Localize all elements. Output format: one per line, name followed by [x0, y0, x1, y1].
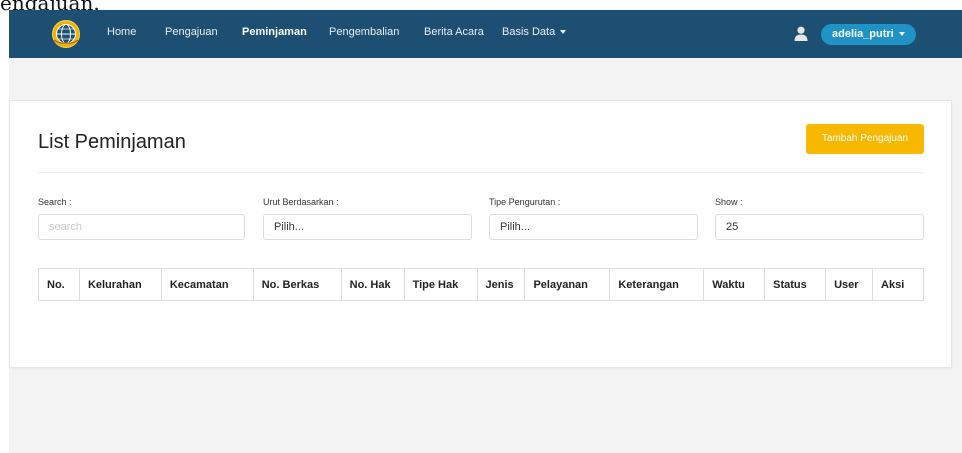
show-label: Show : [715, 197, 743, 207]
order-select[interactable]: Pilih... [489, 214, 698, 240]
col-header: Kecamatan [160, 268, 254, 301]
chevron-down-icon [560, 30, 567, 35]
col-header: Aksi [872, 268, 924, 301]
globe-logo-icon[interactable] [51, 19, 81, 49]
table-header-row: No. Kelurahan Kecamatan No. Berkas No. H… [38, 268, 924, 301]
col-header: No. Berkas [252, 268, 342, 301]
chevron-down-icon [898, 32, 905, 37]
divider [38, 172, 924, 173]
nav-basis-data-label: Basis Data [502, 26, 556, 38]
col-header: Status [764, 268, 827, 301]
nav-basis-data[interactable]: Basis Data [502, 26, 567, 38]
top-navbar: Home Pengajuan Peminjaman Pengembalian B… [9, 10, 962, 58]
search-input[interactable] [38, 214, 245, 240]
nav-peminjaman[interactable]: Peminjaman [242, 26, 307, 38]
user-name: adelia_putri [832, 28, 894, 40]
col-header: Jenis [476, 268, 526, 301]
show-select[interactable]: 25 [715, 214, 924, 240]
order-label: Tipe Pengurutan : [489, 197, 561, 207]
user-icon [794, 26, 808, 41]
col-header: Kelurahan [78, 268, 162, 301]
col-header: Pelayanan [524, 268, 611, 301]
col-header: Keterangan [609, 268, 705, 301]
peminjaman-card: List Peminjaman Tambah Pengajuan Search … [9, 100, 952, 368]
col-header: User [825, 268, 874, 301]
col-header: No. Hak [340, 268, 405, 301]
col-header: Waktu [703, 268, 766, 301]
col-header: No. [38, 268, 80, 301]
nav-pengajuan[interactable]: Pengajuan [165, 26, 218, 38]
nav-pengembalian[interactable]: Pengembalian [329, 26, 399, 38]
sort-select[interactable]: Pilih... [263, 214, 472, 240]
peminjaman-table: No. Kelurahan Kecamatan No. Berkas No. H… [38, 268, 924, 301]
nav-berita-acara[interactable]: Berita Acara [424, 26, 484, 38]
user-menu-button[interactable]: adelia_putri [821, 24, 916, 45]
add-pengajuan-button[interactable]: Tambah Pengajuan [806, 124, 924, 154]
col-header: Tipe Hak [403, 268, 478, 301]
sort-label: Urut Berdasarkan : [263, 197, 339, 207]
nav-home[interactable]: Home [107, 26, 136, 38]
page-title: List Peminjaman [38, 131, 186, 153]
search-label: Search : [38, 197, 72, 207]
